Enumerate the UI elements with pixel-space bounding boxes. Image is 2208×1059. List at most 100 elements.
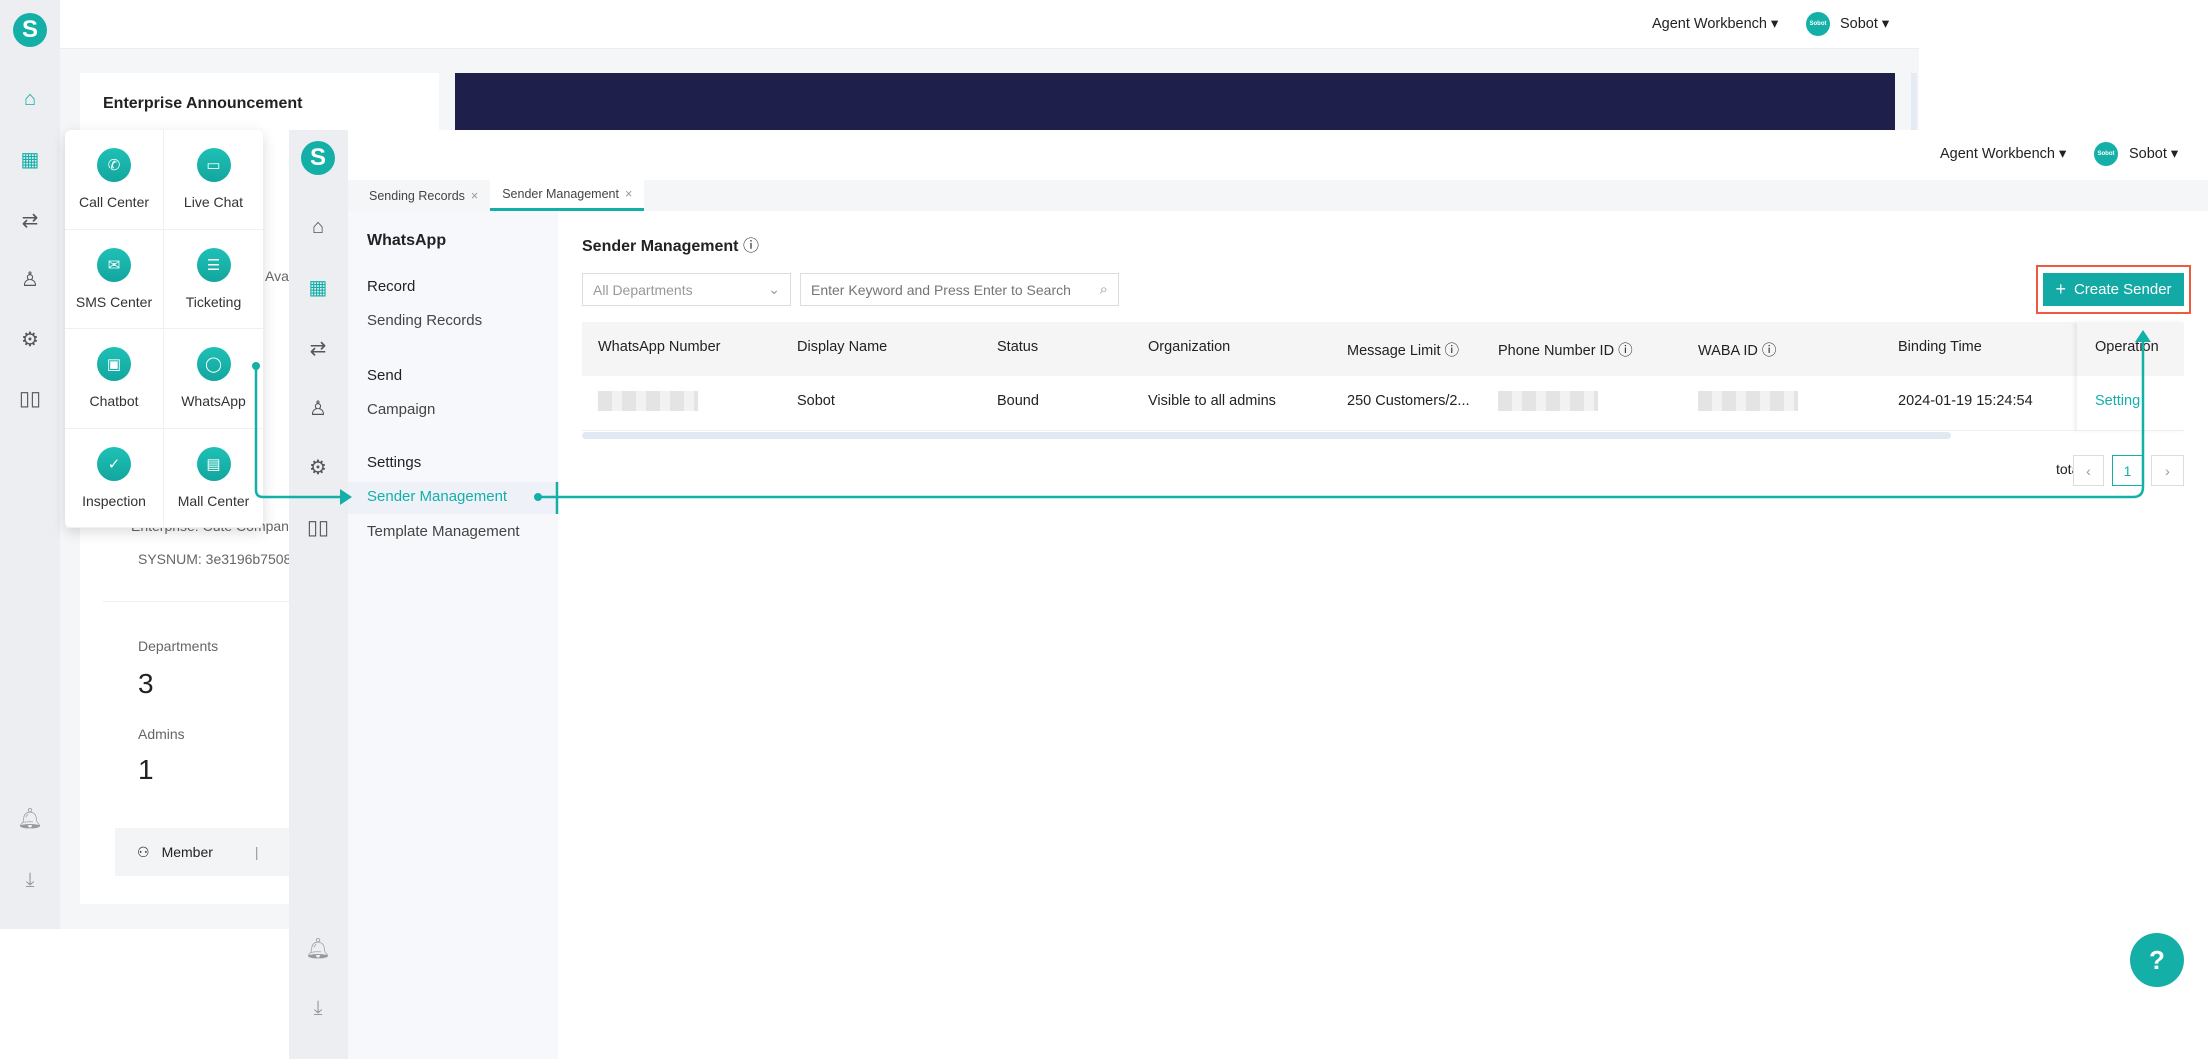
table-cell-waba-id <box>1698 391 1798 415</box>
title-text: Sender Management <box>582 238 739 255</box>
tab-label: Sender Management <box>502 187 619 201</box>
prev-page-button[interactable]: ‹ <box>2073 455 2104 486</box>
search-box[interactable]: ⌕ <box>800 273 1119 306</box>
header-label: Binding Time <box>1898 339 1982 355</box>
app-menu-item[interactable]: ▤ Mall Center <box>164 429 263 528</box>
info-icon[interactable]: ⓘ <box>1445 343 1460 359</box>
app-menu-item[interactable]: ✉ SMS Center <box>65 229 164 329</box>
app-menu-popup: ✆ Call Center ▭ Live Chat ✉ SMS Center ☰ Ticket… <box>65 130 263 528</box>
info-icon[interactable]: ⓘ <box>1762 343 1777 359</box>
app-menu-item[interactable]: ✓ Inspection <box>65 428 164 528</box>
user-menu[interactable]: Sobot ▾ <box>2129 146 2178 162</box>
column-header: Binding Time <box>1898 339 1982 355</box>
departments-value: 3 <box>138 668 154 699</box>
member-label: Member <box>161 844 213 860</box>
help-button[interactable]: ? <box>2130 933 2184 987</box>
sobot-logo: S <box>13 13 47 47</box>
redacted-value <box>598 391 698 411</box>
group-settings: Settings <box>367 454 422 471</box>
close-icon[interactable]: × <box>471 189 478 203</box>
table-cell-whatsapp-number <box>598 391 698 415</box>
app-menu-item[interactable]: ☰ Ticketing <box>164 230 263 329</box>
member-button[interactable]: ⚇ Member | <box>115 828 289 876</box>
redacted-value <box>1498 391 1598 411</box>
download-icon[interactable]: ⤓ <box>18 868 42 892</box>
sobot-logo: S <box>301 141 335 175</box>
tab-label: Sending Records <box>369 188 465 203</box>
book-icon[interactable]: ▯▯ <box>306 515 330 539</box>
search-input[interactable] <box>801 281 1100 298</box>
app-menu-item[interactable]: ✆ Call Center <box>65 130 164 230</box>
submenu-item-sender-management[interactable]: Sender Management <box>367 488 507 505</box>
book-icon[interactable]: ▯▯ <box>18 386 42 410</box>
home-icon[interactable]: ⌂ <box>306 215 330 239</box>
button-label: Create Sender <box>2073 281 2172 298</box>
user-label: Sobot <box>2129 146 2167 162</box>
app-menu-item[interactable]: ▭ Live Chat <box>164 130 263 230</box>
create-sender-button[interactable]: + Create Sender <box>2043 273 2184 306</box>
bell-icon[interactable]: 🔔︎ <box>17 806 42 830</box>
table-cell-message-limit: 250 Customers/2... <box>1347 393 1470 409</box>
select-value: All Departments <box>593 281 693 298</box>
table-cell-status: Bound <box>997 393 1039 409</box>
bg-user-menu[interactable]: Sobot ▾ <box>1840 16 1889 32</box>
app-label: Inspection <box>82 492 146 509</box>
gear-icon[interactable]: ⚙ <box>306 455 330 479</box>
page-1-button[interactable]: 1 <box>2112 455 2143 486</box>
divider <box>103 601 289 602</box>
close-icon[interactable]: × <box>625 187 632 201</box>
header-label: Display Name <box>797 339 888 355</box>
horizontal-scrollbar[interactable] <box>582 432 1951 439</box>
apps-icon[interactable]: ▦ <box>18 147 42 171</box>
apps-icon[interactable]: ▦ <box>306 275 330 299</box>
app-label: WhatsApp <box>181 393 246 410</box>
tab-sending-records[interactable]: Sending Records × <box>357 180 490 211</box>
info-icon[interactable]: ⓘ <box>743 238 759 255</box>
group-send: Send <box>367 367 403 384</box>
submenu: WhatsApp Record Sending Records Send Cam… <box>348 211 558 1059</box>
info-icon[interactable]: ⓘ <box>1618 343 1633 359</box>
chatbot-icon: ▣ <box>97 347 131 382</box>
avatar[interactable]: Sobot <box>2094 142 2118 166</box>
column-header: Operation <box>2095 339 2159 355</box>
column-header: WABA ID ⓘ <box>1698 339 1776 360</box>
avatar[interactable]: Sobot <box>1806 12 1830 36</box>
bg-workbench-menu[interactable]: Agent Workbench ▾ <box>1652 16 1778 32</box>
department-select[interactable]: All Departments ⌄ <box>582 273 791 306</box>
column-header: Organization <box>1148 339 1230 355</box>
header-label: WABA ID <box>1698 343 1758 359</box>
submenu-item-template-management[interactable]: Template Management <box>367 523 520 540</box>
table-cell-phone-number-id <box>1498 391 1598 415</box>
ticket-icon: ☰ <box>196 247 231 282</box>
chat-icon: ▭ <box>196 148 231 183</box>
table-cell-operation[interactable]: Setting <box>2095 393 2140 409</box>
header-label: Organization <box>1148 339 1231 355</box>
submenu-item-campaign[interactable]: Campaign <box>367 401 435 418</box>
download-icon[interactable]: ⤓ <box>306 996 330 1020</box>
background-sidebar <box>0 0 60 929</box>
app-menu-item[interactable]: ◯ WhatsApp <box>164 329 263 429</box>
app-label: Mall Center <box>177 492 250 509</box>
home-icon[interactable]: ⌂ <box>18 87 42 111</box>
flow-icon[interactable]: ⇄ <box>18 208 42 232</box>
app-menu-item[interactable]: ▣ Chatbot <box>65 329 164 429</box>
sidebar <box>289 130 348 1059</box>
plus-icon: + <box>2055 279 2066 299</box>
tab-sender-management[interactable]: Sender Management × <box>490 180 645 211</box>
header <box>348 130 2208 180</box>
search-icon[interactable]: ⌕ <box>1100 281 1118 298</box>
flow-icon[interactable]: ⇄ <box>306 336 330 360</box>
member-icon: ⚇ <box>137 843 150 860</box>
table-cell-display-name: Sobot <box>797 393 835 409</box>
workbench-menu[interactable]: Agent Workbench ▾ <box>1940 146 2066 162</box>
submenu-item-sending-records[interactable]: Sending Records <box>367 312 482 329</box>
help-icon: ? <box>2149 944 2165 975</box>
header-label: Message Limit <box>1347 343 1441 359</box>
next-page-button[interactable]: › <box>2151 455 2184 486</box>
column-header: Phone Number ID ⓘ <box>1498 339 1633 360</box>
user-label: Sobot <box>1840 16 1878 32</box>
person-icon[interactable]: ♙ <box>18 267 42 291</box>
bell-icon[interactable]: 🔔︎ <box>305 936 330 960</box>
person-icon[interactable]: ♙ <box>306 396 330 420</box>
gear-icon[interactable]: ⚙ <box>18 327 42 351</box>
